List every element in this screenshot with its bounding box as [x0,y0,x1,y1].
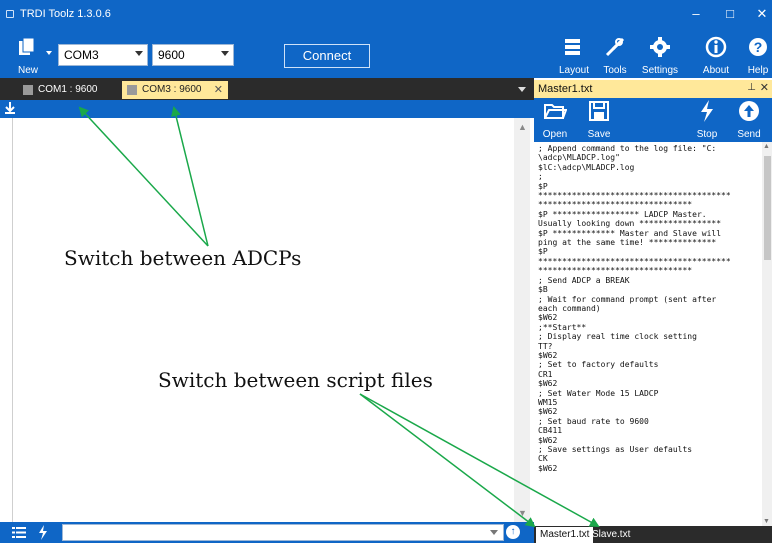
arrow-to-slave-tab [359,393,600,527]
annotation-arrows [78,106,600,528]
arrow-to-com1-tab [78,106,209,247]
arrow-to-master-tab [359,393,536,528]
arrow-to-com3-tab [171,106,209,247]
